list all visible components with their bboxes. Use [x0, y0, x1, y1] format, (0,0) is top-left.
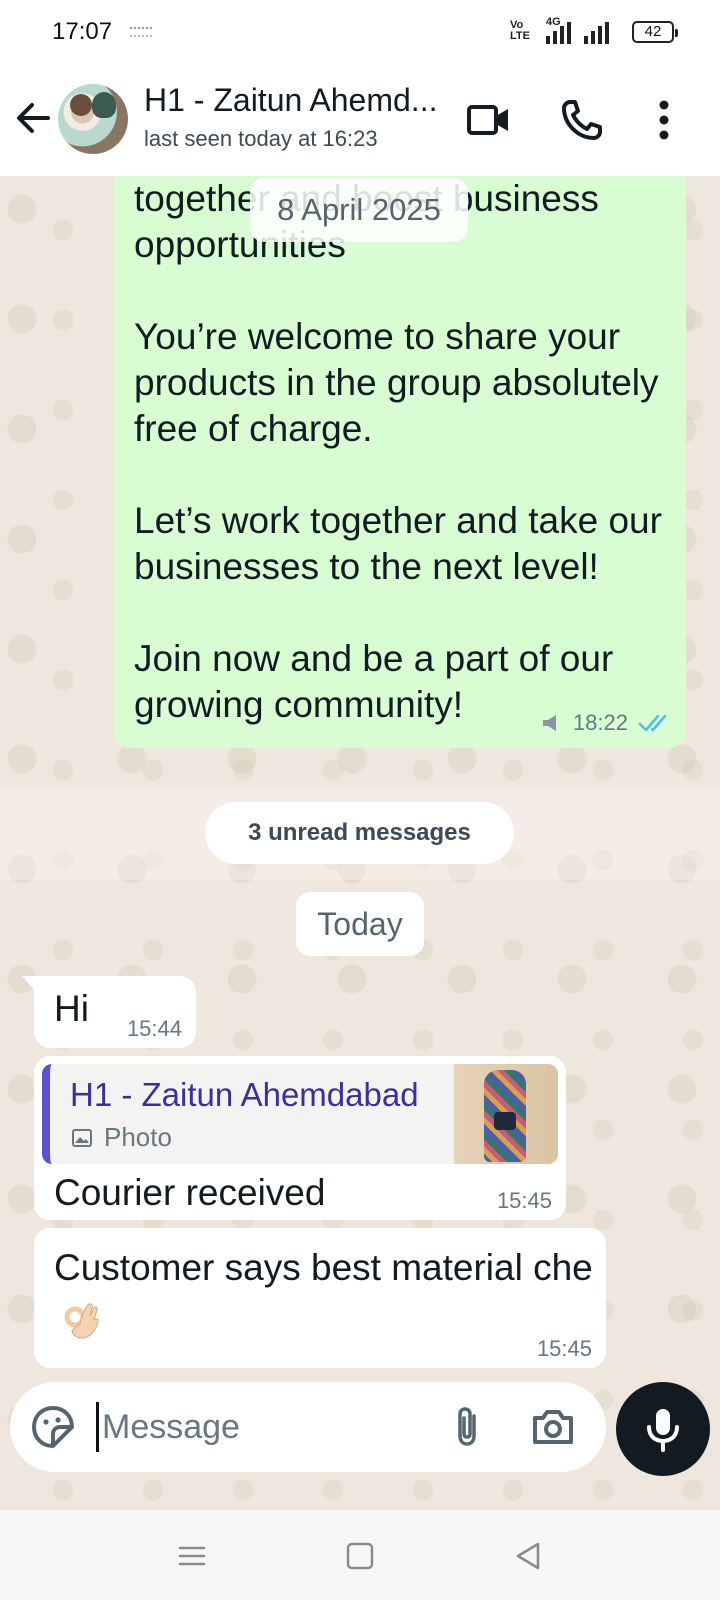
- home-square-icon: [346, 1542, 374, 1570]
- camera-button[interactable]: [530, 1404, 576, 1450]
- message-paragraph: Let’s work together and take our busines…: [134, 500, 662, 587]
- signal-sim1-icon: [546, 20, 571, 44]
- video-call-icon: [467, 105, 508, 135]
- message-meta: 18:22: [539, 710, 672, 736]
- back-button[interactable]: [12, 96, 56, 140]
- incoming-message[interactable]: Customer says best material che 15:45: [34, 1228, 606, 1368]
- date-chip: 8 April 2025: [250, 178, 468, 242]
- text-caret: [96, 1402, 99, 1452]
- signal-sim2-icon: [584, 20, 609, 44]
- contact-name[interactable]: H1 - Zaitun Ahemd...: [144, 82, 454, 119]
- more-options-icon: [659, 100, 669, 140]
- notification-icon: [130, 27, 152, 37]
- message-time: 15:44: [126, 1016, 182, 1041]
- menu-lines-icon: [178, 1546, 206, 1566]
- chat-area[interactable]: together and boost business opportunitie…: [0, 176, 720, 1510]
- incoming-message[interactable]: Hi 15:44: [22, 976, 196, 1048]
- message-text: Customer says best material che: [54, 1247, 593, 1288]
- message-time: 15:45: [496, 1188, 552, 1213]
- read-ticks-icon: [638, 714, 667, 732]
- message-text: Courier received: [54, 1172, 326, 1213]
- paperclip-icon: [458, 1407, 476, 1446]
- quoted-message[interactable]: H1 - Zaitun Ahemdabad Photo: [42, 1064, 558, 1164]
- chat-header: H1 - Zaitun Ahemd... last seen today at …: [0, 66, 720, 176]
- back-arrow-icon: [17, 103, 50, 133]
- photo-icon: [72, 1128, 92, 1147]
- broadcast-megaphone-icon: [542, 715, 556, 731]
- voice-message-button[interactable]: [616, 1382, 710, 1476]
- message-text-wrap: Customer says best material che: [54, 1240, 594, 1352]
- quoted-sender: H1 - Zaitun Ahemdabad: [70, 1076, 419, 1113]
- volte-indicator: Vo LTE: [510, 19, 530, 42]
- message-input[interactable]: [102, 1400, 432, 1454]
- video-call-button[interactable]: [464, 96, 512, 144]
- attach-button[interactable]: [446, 1404, 492, 1450]
- status-bar: 17:07 Vo LTE 4G 42: [0, 0, 720, 66]
- battery-level: 42: [644, 23, 662, 40]
- message-text: Hi: [54, 988, 89, 1029]
- voice-call-button[interactable]: [558, 96, 606, 144]
- last-seen: last seen today at 16:23: [144, 126, 378, 151]
- quoted-type-label: Photo: [104, 1122, 172, 1152]
- camera-icon: [533, 1410, 573, 1444]
- incoming-reply-message[interactable]: H1 - Zaitun Ahemdabad Photo Courier rece…: [34, 1056, 566, 1220]
- sticker-icon: [32, 1406, 74, 1448]
- voice-call-icon: [562, 100, 602, 140]
- unread-messages-banner: 3 unread messages: [205, 802, 514, 864]
- more-options-button[interactable]: [640, 96, 688, 144]
- message-time: 18:22: [572, 710, 628, 735]
- battery-icon: 42: [632, 21, 678, 43]
- message-paragraph: You’re welcome to share your products in…: [134, 316, 659, 449]
- ok-hand-emoji-icon: [64, 1303, 99, 1339]
- microphone-icon: [647, 1409, 679, 1452]
- avatar[interactable]: [58, 84, 128, 154]
- back-triangle-icon: [516, 1542, 540, 1570]
- system-navigation-bar: [0, 1510, 720, 1600]
- status-time: 17:07: [52, 18, 113, 45]
- recent-apps-button[interactable]: [172, 1536, 212, 1576]
- home-button[interactable]: [340, 1536, 380, 1576]
- outgoing-message[interactable]: together and boost business opportunitie…: [114, 176, 686, 748]
- message-time: 15:45: [536, 1336, 592, 1361]
- today-chip: Today: [296, 892, 424, 956]
- message-composer: [10, 1382, 606, 1472]
- back-nav-button[interactable]: [508, 1536, 548, 1576]
- quoted-type: Photo: [70, 1122, 172, 1153]
- quoted-photo-thumbnail: [454, 1064, 558, 1164]
- emoji-sticker-button[interactable]: [30, 1404, 76, 1450]
- bubble-tail: [22, 976, 36, 992]
